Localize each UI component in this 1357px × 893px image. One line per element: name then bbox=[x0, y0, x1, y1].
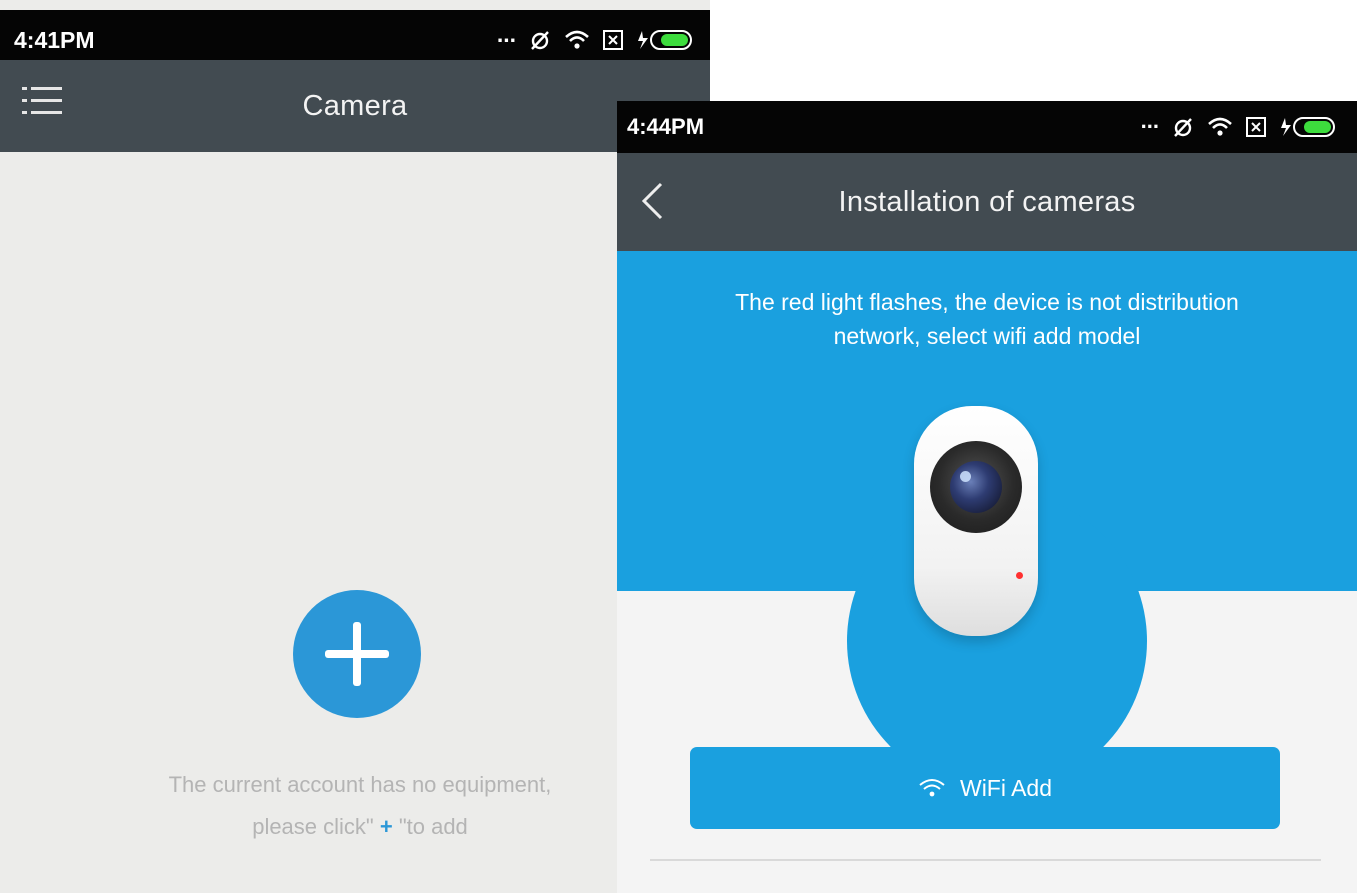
alarm-off-icon bbox=[531, 31, 549, 50]
battery-charging-icon bbox=[1281, 117, 1335, 137]
status-bar: 4:44PM ... bbox=[617, 101, 1357, 153]
back-button[interactable] bbox=[639, 181, 669, 221]
more-dots-icon: ... bbox=[496, 20, 516, 47]
page-title: Installation of cameras bbox=[838, 185, 1136, 218]
app-bar: Camera bbox=[0, 60, 710, 152]
status-time: 4:41PM bbox=[14, 26, 95, 53]
inline-plus: + bbox=[373, 814, 399, 839]
instruction-text: The red light flashes, the device is not… bbox=[617, 285, 1357, 353]
camera-illustration bbox=[914, 406, 1038, 636]
divider bbox=[650, 859, 1321, 861]
wifi-add-label: WiFi Add bbox=[959, 774, 1053, 801]
status-icons: ... bbox=[497, 21, 696, 54]
empty-state-line2: please click" + "to add bbox=[60, 806, 660, 848]
camera-lens bbox=[930, 441, 1022, 533]
sim-x-icon bbox=[1246, 117, 1266, 137]
instruction-line2: network, select wifi add model bbox=[833, 323, 1141, 349]
wifi-icon bbox=[1208, 117, 1232, 136]
plus-icon bbox=[325, 622, 389, 686]
instruction-line1: The red light flashes, the device is not… bbox=[735, 289, 1239, 315]
status-time: 4:44PM bbox=[627, 114, 705, 139]
empty-state-prefix: please click" bbox=[252, 814, 374, 839]
installation-screen: 4:44PM ... Installation of cameras The r… bbox=[617, 101, 1357, 893]
add-device-button[interactable] bbox=[293, 590, 421, 718]
lens-reflection bbox=[960, 471, 971, 482]
wifi-icon bbox=[919, 779, 945, 797]
wifi-icon bbox=[565, 30, 589, 49]
red-led-indicator bbox=[1016, 572, 1023, 579]
empty-state-text: The current account has no equipment, pl… bbox=[60, 764, 660, 848]
sim-x-icon bbox=[603, 30, 623, 50]
menu-icon[interactable] bbox=[22, 84, 62, 128]
app-bar: Installation of cameras bbox=[617, 153, 1357, 251]
status-icons: ... bbox=[1141, 108, 1339, 140]
page-title: Camera bbox=[302, 89, 408, 122]
more-dots-icon: ... bbox=[1140, 108, 1159, 133]
empty-state-line1: The current account has no equipment, bbox=[168, 772, 552, 797]
camera-lens-glass bbox=[950, 461, 1002, 513]
empty-state-suffix: "to add bbox=[398, 814, 468, 839]
wifi-add-button[interactable]: WiFi Add bbox=[690, 747, 1280, 829]
battery-charging-icon bbox=[638, 30, 692, 50]
alarm-off-icon bbox=[1174, 118, 1192, 137]
back-arrow-icon bbox=[641, 182, 663, 220]
camera-screen: 4:41PM ... Camera The current account ha… bbox=[0, 0, 710, 893]
